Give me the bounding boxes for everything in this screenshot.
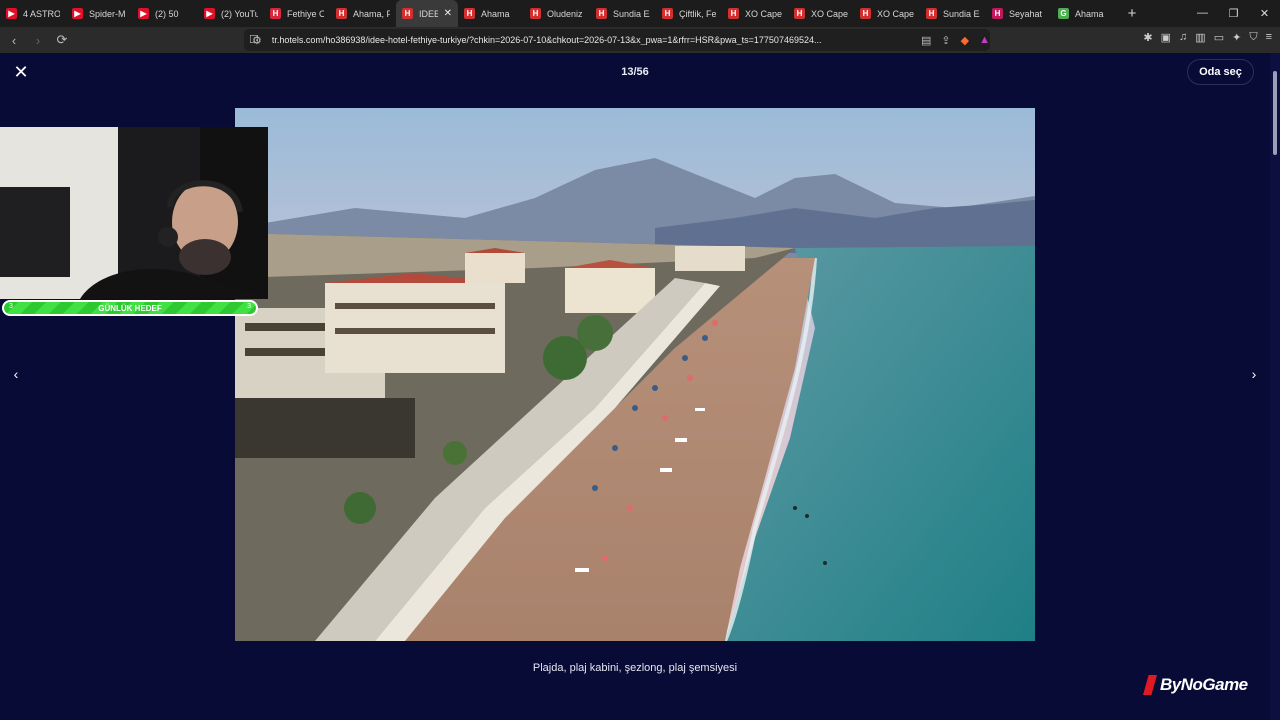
browser-tab[interactable]: H Oludeniz (524, 0, 590, 27)
close-tab-icon[interactable]: ✕ (444, 8, 452, 19)
webcam-overlay (0, 127, 268, 299)
restore-button[interactable]: ❐ (1218, 7, 1249, 20)
tab-title: Çiftlik, Fe (679, 8, 716, 19)
browser-tab[interactable]: ▶ Spider-M (66, 0, 132, 27)
page-scrollbar[interactable] (1270, 53, 1280, 720)
scrollbar-thumb[interactable] (1273, 71, 1277, 155)
photo-caption: Plajda, plaj kabini, şezlong, plaj şemsi… (532, 662, 738, 674)
tab-title: XO Cape (877, 8, 914, 19)
screenshot-icon[interactable]: ▣ (1161, 31, 1171, 44)
browser-tab[interactable]: G Ahama (1052, 0, 1118, 27)
forward-button[interactable]: › (28, 33, 48, 48)
browser-tab[interactable]: H Ahama (458, 0, 524, 27)
tab-title: Ahama, F (353, 8, 390, 19)
url-text: tr.hotels.com/ho386938/idee-hotel-fethiy… (271, 35, 822, 45)
rewards-icon[interactable]: ▲ (979, 34, 990, 46)
bynogame-mark-icon (1143, 675, 1157, 695)
address-bar: ‹ › ⟳ ⚙ tr.hotels.com/ho386938/idee-hote… (0, 27, 1280, 53)
tab-title: Oludeniz (547, 8, 583, 19)
toolbar-icons: ✱ ▣ ♫ ▥ ▭ ✦ ⛉ ≡ (1143, 31, 1272, 44)
goal-end-value: 3 (247, 303, 251, 310)
goal-start-value: 3 (9, 303, 13, 310)
new-tab-button[interactable]: + (1118, 5, 1146, 22)
back-button[interactable]: ‹ (4, 33, 24, 48)
hotels-icon: H (860, 8, 871, 19)
hotels-icon: H (530, 8, 541, 19)
tab-title: (2) YouTu (221, 8, 258, 19)
tab-strip: ▶ 4 ASTRO ▶ Spider-M ▶ (2) 50 ▶ (2) YouTu H Fethi… (0, 0, 1280, 27)
browser-tab[interactable]: H IDEE ✕ (396, 0, 458, 27)
beach-aerial-photo (235, 108, 1035, 641)
streamer-webcam-image (0, 127, 268, 299)
browser-tab[interactable]: H Fethiye O (264, 0, 330, 27)
browser-tab[interactable]: ▶ (2) 50 (132, 0, 198, 27)
hotels-icon: H (728, 8, 739, 19)
tab-site-icon: H (992, 8, 1003, 19)
browser-tab[interactable]: H Ahama, F (330, 0, 396, 27)
youtube-icon: ▶ (6, 8, 17, 19)
hotels-icon: H (336, 8, 347, 19)
google-icon: G (1058, 8, 1069, 19)
reader-icon[interactable]: ▤ (921, 34, 931, 47)
reload-button[interactable]: ⟳ (52, 32, 72, 48)
vpn-icon[interactable]: ⛉ (1249, 31, 1257, 44)
extensions-icon[interactable]: ✱ (1143, 31, 1152, 44)
photo-counter: 13/56 (621, 66, 649, 78)
hotels-icon: H (926, 8, 937, 19)
browser-tab[interactable]: ▶ (2) YouTu (198, 0, 264, 27)
media-icon[interactable]: ♫ (1179, 31, 1187, 44)
tab-title: Sundia Ex (943, 8, 980, 19)
browser-tab[interactable]: ▶ 4 ASTRO (0, 0, 66, 27)
close-window-button[interactable]: ✕ (1249, 7, 1280, 20)
tab-title: XO Cape (811, 8, 848, 19)
tab-title: Seyahat (1009, 8, 1043, 19)
url-field[interactable]: ⚙ tr.hotels.com/ho386938/idee-hotel-feth… (244, 29, 990, 51)
menu-icon[interactable]: ≡ (1266, 31, 1272, 44)
minimize-button[interactable]: — (1187, 7, 1218, 20)
browser-tab[interactable]: H Seyahat (986, 0, 1052, 27)
browser-tab[interactable]: H Sundia Ex (920, 0, 986, 27)
hotels-icon: H (402, 8, 413, 19)
browser-tab[interactable]: H XO Cape (722, 0, 788, 27)
goal-label: GÜNLÜK HEDEF (98, 303, 162, 313)
tab-title: Ahama (1075, 8, 1104, 19)
hotels-icon: H (662, 8, 673, 19)
browser-tab[interactable]: H Sundia Ex (590, 0, 656, 27)
youtube-icon: ▶ (138, 8, 149, 19)
next-photo-button[interactable]: › (1245, 365, 1263, 383)
bookmark-icon[interactable]: ☐ (249, 33, 259, 46)
leo-ai-icon[interactable]: ✦ (1232, 31, 1241, 44)
tab-title: XO Cape (745, 8, 782, 19)
sidebar-icon[interactable]: ▥ (1195, 31, 1205, 44)
tab-title: Spider-M (89, 8, 126, 19)
select-room-button[interactable]: Oda seç (1187, 59, 1254, 85)
window-controls: — ❐ ✕ (1187, 7, 1280, 20)
tab-title: (2) 50 (155, 8, 179, 19)
tab-title: 4 ASTRO (23, 8, 60, 19)
tab-title: Fethiye O (287, 8, 324, 19)
browser-tab[interactable]: H Çiftlik, Fe (656, 0, 722, 27)
share-icon[interactable]: ⇪ (941, 34, 950, 47)
wallet-icon[interactable]: ▭ (1214, 31, 1224, 44)
gallery-photo (235, 108, 1035, 641)
hotels-icon: H (794, 8, 805, 19)
tab-site-icon: H (270, 8, 281, 19)
youtube-icon: ▶ (204, 8, 215, 19)
browser-tab[interactable]: H XO Cape (788, 0, 854, 27)
tab-title: Sundia Ex (613, 8, 650, 19)
tab-title: IDEE (419, 8, 438, 19)
brave-shield-icon[interactable]: ◆ (961, 34, 969, 47)
daily-goal-bar: 3 GÜNLÜK HEDEF 3 (2, 300, 258, 316)
youtube-icon: ▶ (72, 8, 83, 19)
hotels-icon: H (464, 8, 475, 19)
tab-title: Ahama (481, 8, 510, 19)
previous-photo-button[interactable]: ‹ (7, 365, 25, 383)
bynogame-logo: ByNoGame (1143, 675, 1248, 695)
browser-tab[interactable]: H XO Cape (854, 0, 920, 27)
brand-text: ByNoGame (1160, 675, 1248, 694)
hotels-icon: H (596, 8, 607, 19)
